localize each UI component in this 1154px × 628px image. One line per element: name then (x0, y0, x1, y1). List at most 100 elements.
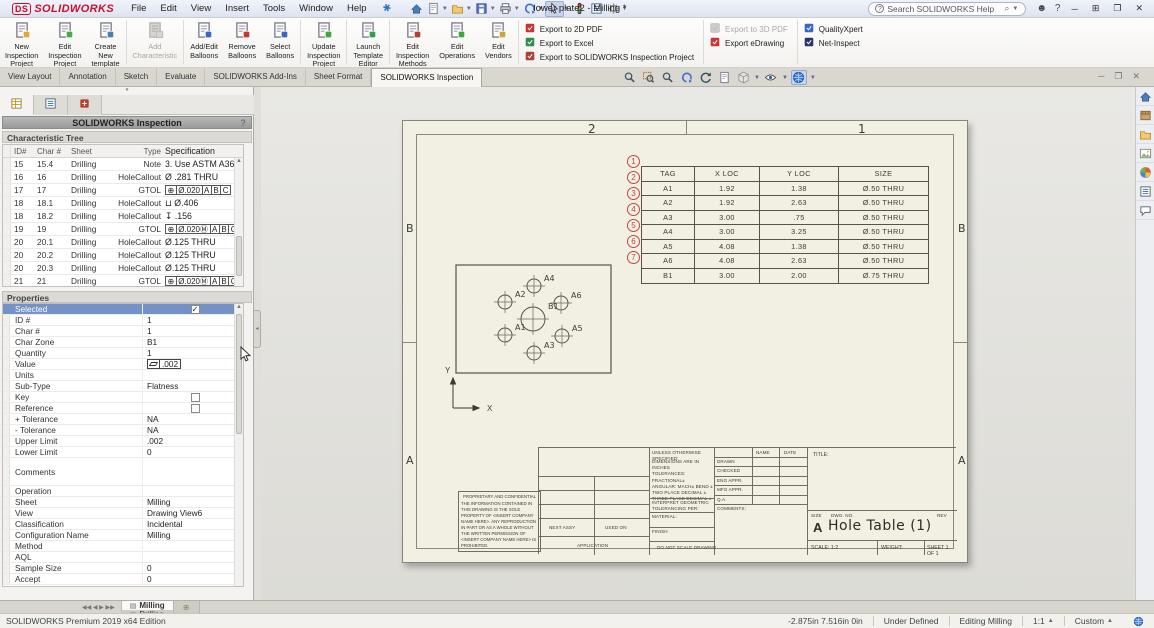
edit-vendors-button[interactable]: EditVendors (480, 18, 517, 67)
characteristic-row[interactable]: 1818.1DrillingHoleCallout⊔ Ø.406 (3, 197, 243, 210)
property-row-accept[interactable]: Accept0 (3, 574, 243, 585)
sheet-nav-arrows[interactable]: ◀◀ ◀ ▶ ▶▶ (76, 601, 122, 613)
properties-header[interactable]: Properties (2, 291, 252, 303)
property-row-comments[interactable]: Comments (3, 458, 243, 486)
pin-icon[interactable]: ✱ (379, 2, 392, 16)
save-icon[interactable] (473, 1, 490, 17)
design-checker-icon[interactable] (588, 1, 605, 17)
property-row-tolerance[interactable]: + ToleranceNA (3, 414, 243, 425)
property-value-selected[interactable]: ✓ (143, 305, 243, 314)
property-row-quantity[interactable]: Quantity1 (3, 348, 243, 359)
undo-icon[interactable] (521, 1, 538, 17)
search-input[interactable]: ? Search SOLIDWORKS Help ⌕ ▼ (868, 2, 1026, 16)
hide-show-items-icon[interactable] (763, 70, 779, 85)
edit-operations-button[interactable]: EditOperations (434, 18, 480, 67)
property-row-operation[interactable]: Operation (3, 486, 243, 497)
file-explorer-icon[interactable] (1136, 125, 1154, 144)
solidworks-forum-icon[interactable] (1136, 201, 1154, 220)
property-row-selected[interactable]: Selected✓ (3, 304, 243, 315)
zoom-in-out-icon[interactable] (659, 70, 675, 85)
menu-tools[interactable]: Tools (256, 2, 292, 15)
tab-solidworks-inspection[interactable]: SOLIDWORKS Inspection (371, 68, 482, 87)
property-value-sample-size[interactable]: 0 (143, 563, 243, 573)
rotate-view-icon[interactable] (697, 70, 713, 85)
sheet-properties-icon[interactable] (716, 70, 732, 85)
property-row-reference[interactable]: Reference (3, 403, 243, 414)
property-row-sub-type[interactable]: Sub-TypeFlatness (3, 381, 243, 392)
checkbox[interactable]: ✓ (191, 305, 200, 314)
property-value-key[interactable] (143, 393, 243, 402)
property-row-char-zone[interactable]: Char ZoneB1 (3, 337, 243, 348)
balloon-6[interactable]: 6 (627, 235, 640, 248)
dropdown-caret[interactable]: ▼ (622, 6, 628, 12)
menu-help[interactable]: Help (340, 2, 374, 15)
options-icon[interactable] (605, 1, 622, 17)
new-inspection-project-button[interactable]: NewInspectionProject (0, 18, 43, 67)
doc-restore-button[interactable]: ❐ (1114, 71, 1122, 82)
property-row-sample-size[interactable]: Sample Size0 (3, 563, 243, 574)
tab-sketch[interactable]: Sketch (116, 68, 157, 87)
performance-evaluation-icon[interactable] (571, 1, 588, 17)
minimize-button[interactable]: ─ (1068, 4, 1080, 14)
remove-balloons-button[interactable]: RemoveBalloons (223, 18, 261, 67)
maximize-button[interactable]: ⊞ (1089, 3, 1103, 14)
design-library-icon[interactable] (1136, 106, 1154, 125)
doc-minimize-button[interactable]: ─ (1098, 71, 1104, 82)
property-value-classification[interactable]: Incidental (143, 519, 243, 529)
doc-close-button[interactable]: ✕ (1132, 71, 1140, 82)
property-row-id[interactable]: ID #1 (3, 315, 243, 326)
select-icon[interactable] (545, 1, 564, 17)
restore-button[interactable]: ❐ (1110, 3, 1124, 14)
export-edrawing-button[interactable]: Export eDrawing (709, 36, 788, 50)
column-header-id[interactable]: ID# (11, 147, 37, 156)
property-row-tolerance[interactable]: - ToleranceNA (3, 425, 243, 436)
status-globe-icon[interactable] (1123, 614, 1154, 628)
export-to-2d-pdf-button[interactable]: Export to 2D PDF (524, 22, 694, 36)
characteristic-row[interactable]: 2121DrillingGTOL⊕Ø.020ⓂABC (3, 275, 243, 287)
property-row-lower-limit[interactable]: Lower Limit0 (3, 447, 243, 458)
column-header-char[interactable]: Char # (37, 147, 71, 156)
sheet-tab-milling[interactable]: ▤Milling (122, 601, 174, 610)
dropdown-caret[interactable]: ▼ (538, 6, 544, 12)
net-inspect-button[interactable]: Net-Inspect (803, 36, 863, 50)
property-row-configuration-name[interactable]: Configuration NameMilling (3, 530, 243, 541)
property-value-reference[interactable] (143, 404, 243, 413)
balloon-2[interactable]: 2 (627, 171, 640, 184)
property-row-upper-limit[interactable]: Upper Limit.002 (3, 436, 243, 447)
panel-help-button[interactable]: ? (237, 117, 249, 129)
graphics-area[interactable]: 2 1 B B A A TAGX LOCY LOCSIZEA11.921.38Ø… (261, 87, 1135, 600)
checkbox[interactable] (191, 393, 200, 402)
tab-annotation[interactable]: Annotation (60, 68, 115, 87)
balloon-4[interactable]: 4 (627, 203, 640, 216)
properties-scrollbar-thumb[interactable] (236, 314, 242, 434)
user-icon[interactable]: ☻ (1036, 3, 1047, 14)
property-row-classification[interactable]: ClassificationIncidental (3, 519, 243, 530)
menu-file[interactable]: File (124, 2, 153, 15)
export-to-solidworks-inspection-project-button[interactable]: Export to SOLIDWORKS Inspection Project (524, 50, 694, 64)
property-value-sheet[interactable]: Milling (143, 497, 243, 507)
edit-inspection-project-button[interactable]: EditInspectionProject (43, 18, 86, 67)
dropdown-caret[interactable]: ▼ (442, 6, 448, 12)
property-row-key[interactable]: Key (3, 392, 243, 403)
characteristic-row[interactable]: 2020.2DrillingHoleCalloutØ.125 THRU (3, 249, 243, 262)
property-value-quantity[interactable]: 1 (143, 348, 243, 358)
status-units[interactable]: Custom▲ (1065, 614, 1123, 628)
column-header-type[interactable]: Type (108, 147, 163, 156)
appearances-icon[interactable] (1136, 163, 1154, 182)
column-header-sheet[interactable]: Sheet (71, 147, 108, 156)
properties-scrollbar[interactable]: ▲ (234, 304, 243, 586)
property-value-view[interactable]: Drawing View6 (143, 508, 243, 518)
property-row-value[interactable]: Value.002 (3, 359, 243, 370)
characteristic-row[interactable]: 1616DrillingHoleCalloutØ .281 THRU (3, 171, 243, 184)
panel-splitter-handle[interactable]: ● (0, 87, 254, 95)
property-row-sheet[interactable]: SheetMilling (3, 497, 243, 508)
drawing-sheet[interactable]: 2 1 B B A A TAGX LOCY LOCSIZEA11.921.38Ø… (402, 120, 968, 563)
column-header-specification[interactable]: Specification (163, 146, 243, 156)
tab-sheet-format[interactable]: Sheet Format (306, 68, 371, 87)
tab-evaluate[interactable]: Evaluate (157, 68, 205, 87)
characteristic-tree-header[interactable]: Characteristic Tree (2, 131, 252, 143)
balloon-5[interactable]: 5 (627, 219, 640, 232)
property-value-upper-limit[interactable]: .002 (143, 436, 243, 446)
close-button[interactable]: ✕ (1132, 3, 1146, 14)
view-palette-icon[interactable] (1136, 144, 1154, 163)
